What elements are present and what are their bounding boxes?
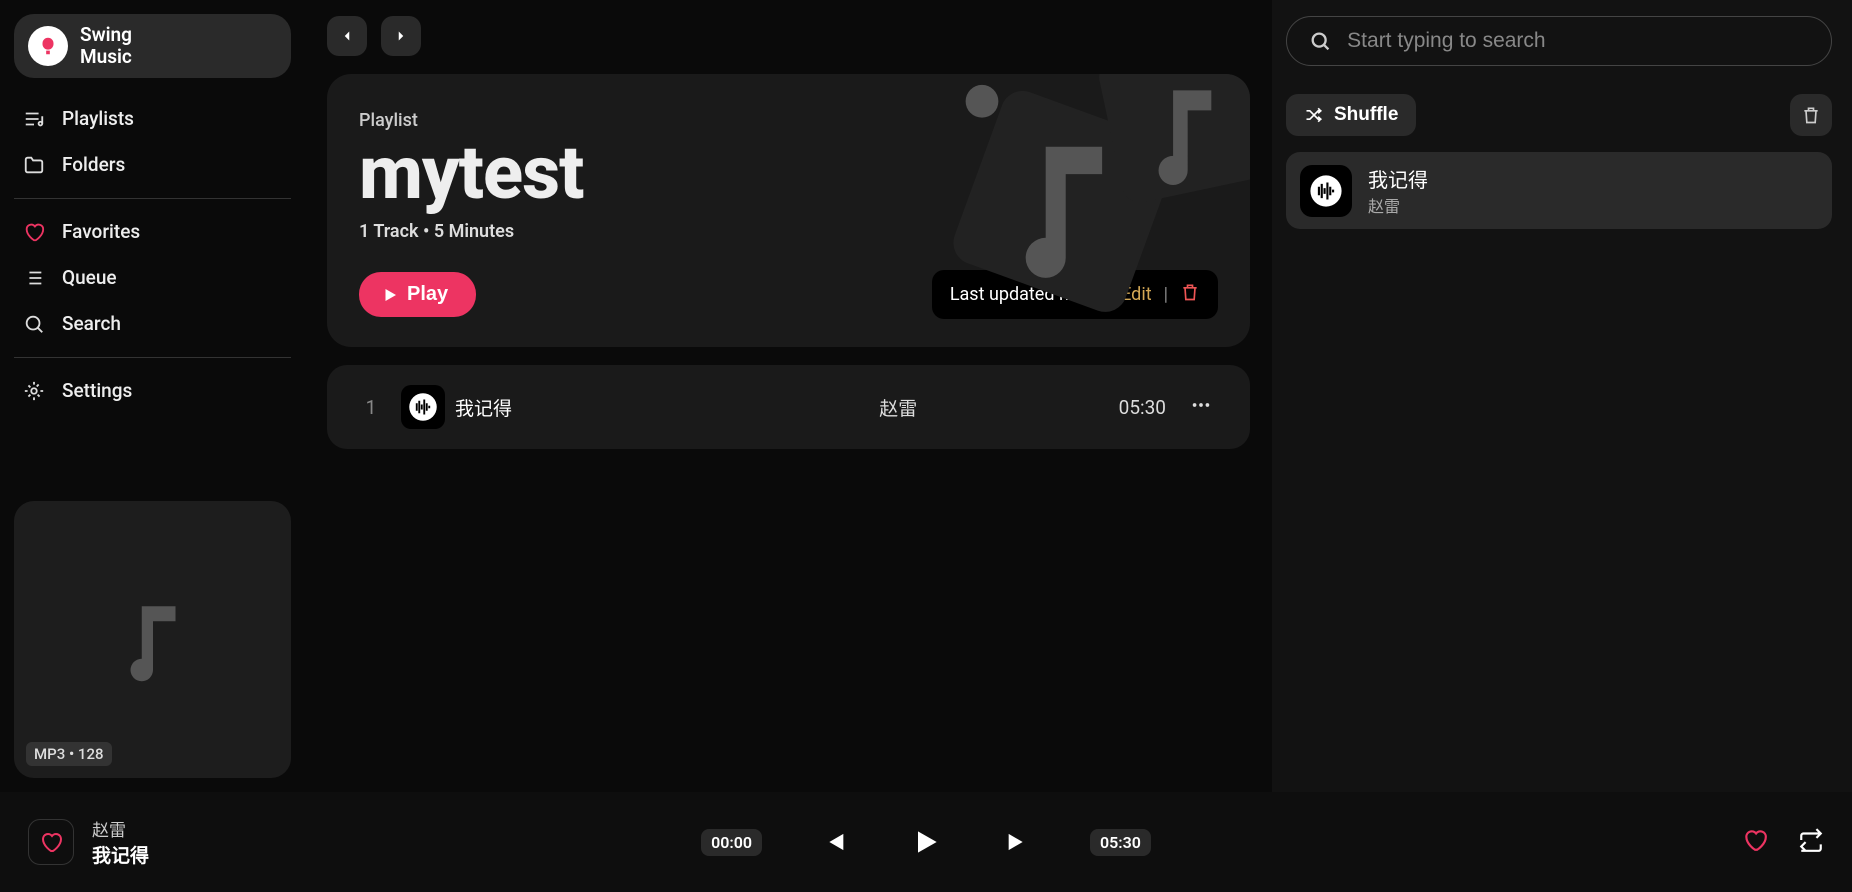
sidebar-item-folders[interactable]: Folders xyxy=(14,142,291,188)
tracklist: 1 我记得 赵雷 05:30 xyxy=(327,365,1250,449)
last-updated-text: Last updated now xyxy=(950,284,1093,305)
heart-icon xyxy=(1742,827,1768,853)
delete-playlist-button[interactable] xyxy=(1180,282,1200,307)
playlist-icon xyxy=(22,107,46,131)
gear-icon xyxy=(22,379,46,403)
right-panel: Shuffle 我记得 赵雷 xyxy=(1272,0,1852,792)
sidebar-item-search[interactable]: Search xyxy=(14,301,291,347)
more-horizontal-icon xyxy=(1190,394,1212,416)
player-bar: 赵雷 我记得 00:00 05:30 xyxy=(0,792,1852,892)
favorite-button[interactable] xyxy=(28,819,74,865)
waveform-icon xyxy=(408,392,438,422)
trash-icon xyxy=(1180,282,1200,302)
queue-track-title: 我记得 xyxy=(1368,164,1428,193)
trash-icon xyxy=(1801,105,1821,125)
track-more-button[interactable] xyxy=(1166,394,1236,421)
app-logo-icon xyxy=(28,26,68,66)
search-icon xyxy=(1309,29,1331,53)
queue-icon xyxy=(22,266,46,290)
sidebar-item-playlists[interactable]: Playlists xyxy=(14,96,291,142)
sidebar-item-label: Folders xyxy=(62,153,125,176)
repeat-button[interactable] xyxy=(1798,827,1824,857)
sidebar-item-label: Queue xyxy=(62,266,117,289)
track-artist: 赵雷 xyxy=(751,394,1047,421)
queue-art xyxy=(1300,165,1352,217)
sidebar-item-label: Search xyxy=(62,312,121,335)
sidebar: Swing Music Playlists Folders Favorites … xyxy=(0,0,305,792)
player-artist: 赵雷 xyxy=(92,816,149,841)
updated-box: Last updated now | Edit | xyxy=(932,270,1218,319)
heart-icon xyxy=(22,220,46,244)
previous-button[interactable] xyxy=(814,822,854,862)
chevron-left-icon xyxy=(338,27,356,45)
forward-button[interactable] xyxy=(381,16,421,56)
edit-button[interactable]: Edit xyxy=(1121,284,1151,305)
playlist-hero: Playlist mytest 1 Track • 5 Minutes Play… xyxy=(327,74,1250,347)
sidebar-item-label: Favorites xyxy=(62,220,140,243)
waveform-icon xyxy=(1309,174,1343,208)
main-content: Playlist mytest 1 Track • 5 Minutes Play… xyxy=(305,0,1272,792)
clear-queue-button[interactable] xyxy=(1790,94,1832,136)
search-field[interactable] xyxy=(1286,16,1832,66)
app-brand[interactable]: Swing Music xyxy=(14,14,291,78)
repeat-icon xyxy=(1798,827,1824,853)
favorite-right-button[interactable] xyxy=(1742,827,1768,857)
now-playing-cover[interactable]: MP3 • 128 xyxy=(14,501,291,778)
total-time: 05:30 xyxy=(1090,829,1151,856)
music-note-icon xyxy=(108,595,198,685)
heart-icon xyxy=(39,830,63,854)
track-row[interactable]: 1 我记得 赵雷 05:30 xyxy=(327,377,1250,437)
sidebar-item-label: Settings xyxy=(62,379,132,402)
search-icon xyxy=(22,312,46,336)
app-title: Swing Music xyxy=(80,24,132,68)
folder-icon xyxy=(22,153,46,177)
play-pause-button[interactable] xyxy=(906,822,946,862)
sidebar-item-settings[interactable]: Settings xyxy=(14,368,291,414)
queue-track-artist: 赵雷 xyxy=(1368,193,1428,217)
playlist-subheading: Playlist xyxy=(359,110,1218,131)
skip-forward-icon xyxy=(1004,828,1032,856)
play-icon xyxy=(910,826,942,858)
codec-badge: MP3 • 128 xyxy=(26,742,112,766)
back-button[interactable] xyxy=(327,16,367,56)
play-icon xyxy=(381,286,399,304)
next-button[interactable] xyxy=(998,822,1038,862)
play-button[interactable]: Play xyxy=(359,272,476,317)
shuffle-button[interactable]: Shuffle xyxy=(1286,94,1416,136)
track-art xyxy=(401,385,445,429)
track-duration: 05:30 xyxy=(1046,396,1166,419)
search-input[interactable] xyxy=(1347,29,1809,53)
chevron-right-icon xyxy=(392,27,410,45)
track-number: 1 xyxy=(341,396,401,419)
track-title: 我记得 xyxy=(455,394,751,421)
sidebar-item-queue[interactable]: Queue xyxy=(14,255,291,301)
play-label: Play xyxy=(407,283,448,306)
sidebar-item-favorites[interactable]: Favorites xyxy=(14,209,291,255)
shuffle-label: Shuffle xyxy=(1334,104,1398,126)
skip-back-icon xyxy=(820,828,848,856)
shuffle-icon xyxy=(1304,105,1324,125)
elapsed-time: 00:00 xyxy=(701,829,762,856)
playlist-title: mytest xyxy=(359,137,1218,211)
queue-item[interactable]: 我记得 赵雷 xyxy=(1286,152,1832,229)
player-title: 我记得 xyxy=(92,841,149,868)
sidebar-item-label: Playlists xyxy=(62,107,134,130)
playlist-meta: 1 Track • 5 Minutes xyxy=(359,221,1218,242)
